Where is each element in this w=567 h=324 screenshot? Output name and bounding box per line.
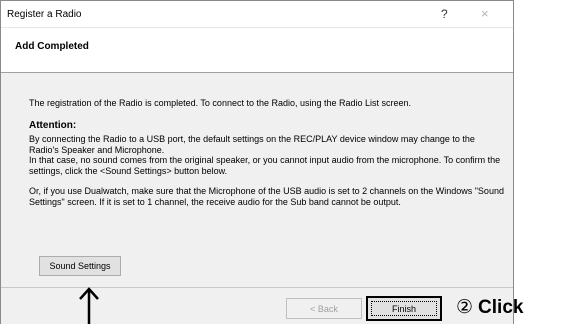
content-area: The registration of the Radio is complet… bbox=[29, 98, 505, 207]
register-radio-dialog: Register a Radio ? × Add Completed The r… bbox=[0, 0, 514, 324]
callout-number: ② bbox=[456, 297, 474, 318]
close-icon[interactable]: × bbox=[481, 6, 489, 21]
callout-text: Click bbox=[478, 297, 524, 318]
click-callout: ② Click bbox=[456, 296, 523, 319]
help-icon[interactable]: ? bbox=[441, 7, 448, 21]
sound-settings-button[interactable]: Sound Settings bbox=[39, 256, 121, 276]
back-button[interactable]: < Back bbox=[286, 298, 362, 319]
attention-text-1: By connecting the Radio to a USB port, t… bbox=[29, 134, 475, 155]
up-arrow-icon bbox=[79, 287, 99, 324]
title-bar: Register a Radio ? × bbox=[1, 1, 513, 28]
intro-text: The registration of the Radio is complet… bbox=[29, 98, 412, 108]
page-title: Add Completed bbox=[15, 41, 89, 52]
wizard-header: Add Completed bbox=[1, 28, 513, 73]
dualwatch-text: Or, if you use Dualwatch, make sure that… bbox=[29, 186, 504, 207]
finish-button[interactable]: Finish bbox=[366, 296, 442, 321]
window-title: Register a Radio bbox=[7, 9, 82, 20]
attention-heading: Attention: bbox=[29, 119, 77, 131]
attention-text-2: In that case, no sound comes from the or… bbox=[29, 155, 501, 176]
